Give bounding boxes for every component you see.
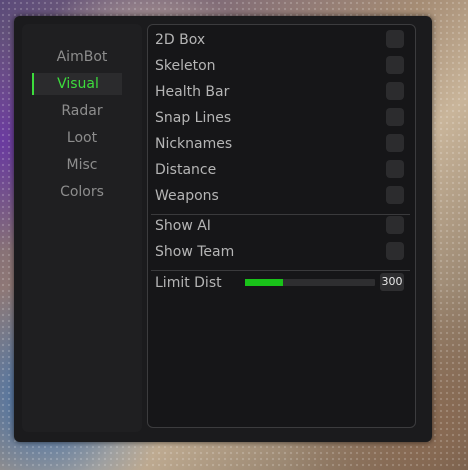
sidebar-item-visual[interactable]: Visual — [32, 73, 122, 95]
option-row-distance: Distance — [155, 158, 407, 182]
slider-fill — [245, 279, 283, 286]
option-label: Skeleton — [155, 58, 216, 74]
snap-lines-checkbox[interactable] — [386, 108, 404, 126]
distance-checkbox[interactable] — [386, 160, 404, 178]
option-label: Snap Lines — [155, 110, 232, 126]
sidebar-item-aimbot[interactable]: AimBot — [22, 46, 142, 68]
limit-dist-label: Limit Dist — [155, 275, 222, 291]
sidebar-item-radar[interactable]: Radar — [22, 100, 142, 122]
skeleton-checkbox[interactable] — [386, 56, 404, 74]
sidebar-item-loot[interactable]: Loot — [22, 127, 142, 149]
option-row-weapons: Weapons — [155, 184, 407, 208]
option-label: Health Bar — [155, 84, 230, 100]
sidebar-item-colors[interactable]: Colors — [22, 181, 142, 203]
limit-dist-value[interactable]: 300 — [380, 273, 404, 291]
weapons-checkbox[interactable] — [386, 186, 404, 204]
2d-box-checkbox[interactable] — [386, 30, 404, 48]
option-label: Nicknames — [155, 136, 233, 152]
option-row-show-ai: Show AI — [155, 214, 407, 238]
option-row-nicknames: Nicknames — [155, 132, 407, 156]
nicknames-checkbox[interactable] — [386, 134, 404, 152]
option-row-snap-lines: Snap Lines — [155, 106, 407, 130]
option-label: Weapons — [155, 188, 219, 204]
health-bar-checkbox[interactable] — [386, 82, 404, 100]
cheat-menu-window: AimBot Visual Radar Loot Misc Colors 2D … — [14, 16, 432, 442]
option-row-health-bar: Health Bar — [155, 80, 407, 104]
option-row-show-team: Show Team — [155, 240, 407, 264]
option-label: Show AI — [155, 218, 211, 234]
option-row-limit-dist: Limit Dist 300 — [155, 271, 407, 295]
option-label: Show Team — [155, 244, 235, 260]
option-row-skeleton: Skeleton — [155, 54, 407, 78]
show-ai-checkbox[interactable] — [386, 216, 404, 234]
option-label: Distance — [155, 162, 217, 178]
show-team-checkbox[interactable] — [386, 242, 404, 260]
visual-settings-panel: 2D Box Skeleton Health Bar Snap Lines Ni… — [147, 24, 416, 428]
sidebar: AimBot Visual Radar Loot Misc Colors — [22, 24, 142, 432]
limit-dist-slider[interactable] — [245, 279, 375, 286]
option-row-2d-box: 2D Box — [155, 28, 407, 52]
option-label: 2D Box — [155, 32, 206, 48]
sidebar-item-misc[interactable]: Misc — [22, 154, 142, 176]
